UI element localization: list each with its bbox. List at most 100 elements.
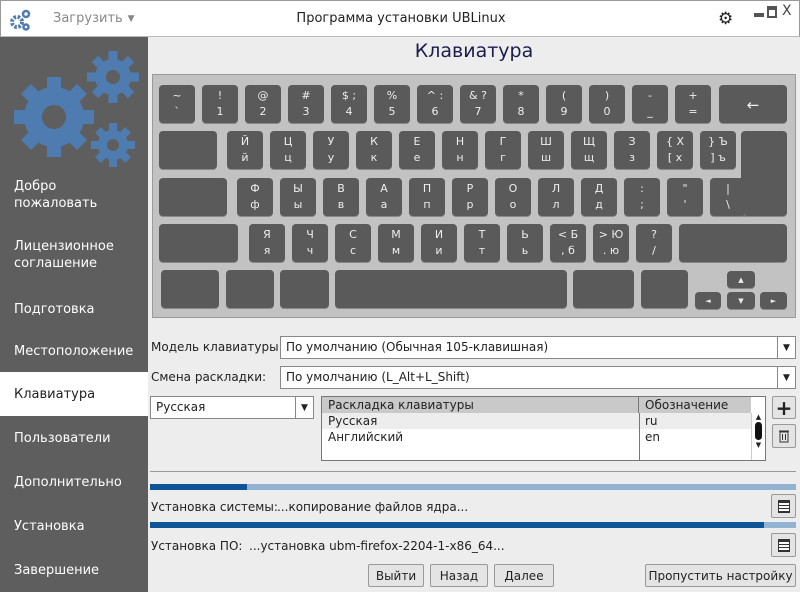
keyboard-key: $ ; 4 [331,85,367,123]
sidebar-item-label: Установка [14,518,85,534]
sidebar-item[interactable]: Дополнительно [0,460,148,504]
key-label: ← [746,96,760,114]
keyboard-key [679,224,787,262]
key-label: { Х [665,135,685,148]
add-layout-button[interactable]: + [772,395,796,420]
keyboard-key: Мм [378,224,414,262]
maximize-button[interactable] [767,6,777,18]
keyboard-model-label: Модель клавиатуры: [151,340,283,354]
keyboard-key: Щщ [571,131,607,169]
keyboard-key: (9 [546,85,582,123]
table-row[interactable] [322,413,751,429]
column-header-code[interactable]: Обозначение [639,397,751,413]
key-label: [ х [667,151,683,164]
chevron-down-icon: ▼ [777,367,795,388]
layout-switch-label: Смена раскладки: [151,370,267,384]
key-label: 3 [302,105,310,118]
load-menu-button[interactable]: Загрузить ▼ [53,11,135,26]
column-header-layout[interactable]: Раскладка клавиатуры [322,397,639,413]
key-label: 8 [517,105,525,118]
key-label: 5 [388,105,396,118]
keyboard-key: Аа [366,178,402,216]
chevron-down-icon: ▼ [777,337,795,358]
page-title: Клавиатура [414,40,534,62]
key-label: е [413,151,421,164]
sidebar-item-label: Пользователи [14,430,111,446]
plus-icon: + [775,395,793,420]
layout-select-value: Русская [156,400,206,414]
keyboard-key: } Ъ] ъ [700,131,736,169]
remove-layout-button[interactable] [772,424,796,448]
key-label: Щ [582,135,596,148]
keyboard-key: #3 [288,85,324,123]
software-log-button[interactable] [771,533,796,557]
back-button[interactable]: Назад [430,564,488,587]
key-label: ч [306,244,314,257]
key-label: ^ : [426,89,444,102]
key-label: Т [478,228,486,241]
sidebar-item[interactable]: Добро пожаловать [0,172,148,217]
settings-gear-icon[interactable]: ⚙ [718,9,733,29]
key-label: _ [647,105,653,118]
app-gears-icon [10,9,31,31]
key-label: \ [726,198,730,211]
layout-select[interactable]: Русская ▼ [150,396,314,419]
keyboard-key: Ьь [507,224,543,262]
key-label: ~ [172,89,182,102]
layout-switch-select[interactable]: По умолчанию (L_Alt+L_Shift) ▼ [280,366,796,389]
sidebar-item[interactable]: Завершение [0,548,148,592]
keyboard-key: Нн [442,131,478,169]
layout-table: Раскладка клавиатуры Обозначение Русская… [321,396,766,461]
skip-setup-button[interactable]: Пропустить настройку [645,564,796,587]
key-label: С [349,228,357,241]
sidebar-item[interactable]: Клавиатура [0,372,148,416]
close-button[interactable]: X [782,3,792,19]
scroll-up-icon[interactable]: ▲ [752,413,765,421]
sidebar-item[interactable]: Подготовка [0,287,148,331]
exit-button[interactable]: Выйти [368,564,424,587]
key-label: 1 [216,105,224,118]
keyboard-key: @2 [245,85,281,123]
key-label: З [628,135,636,148]
key-label: + [688,89,698,102]
keyboard-key: { Х [ х [657,131,693,169]
key-label: г [500,151,506,164]
key-label: В [337,182,345,195]
scrollbar[interactable]: ▲ ▼ [751,413,765,460]
keyboard-model-select[interactable]: По умолчанию (Обычная 105-клавишная) ▼ [280,336,796,359]
next-button[interactable]: Далее [494,564,554,587]
system-log-button[interactable] [771,494,796,518]
key-label: ь [521,244,529,257]
layout-switch-value: По умолчанию (L_Alt+L_Shift) [286,370,470,384]
software-install-status: ...установка ubm-firefox-2204-1-x86_64..… [249,539,505,553]
sidebar-item[interactable]: Лицензионное соглашение [0,225,148,285]
key-label: И [434,228,444,241]
scroll-down-icon[interactable]: ▼ [752,441,765,449]
keyboard-key: Цц [270,131,306,169]
key-label: а [380,198,388,211]
keyboard-key: ? / [636,224,672,262]
sidebar-item[interactable]: Установка [0,504,148,548]
arrow-key: ▲ [727,271,755,288]
key-label: & ? [469,89,487,102]
keyboard-key [161,270,219,308]
sidebar-item[interactable]: Местоположение [0,329,148,373]
key-label: ? [651,228,657,241]
key-label: Г [499,135,507,148]
key-label: 7 [474,105,482,118]
scroll-thumb[interactable] [755,422,762,440]
key-label: Ч [306,228,314,241]
key-label: А [380,182,388,195]
keyboard-key [159,131,217,169]
minimize-button[interactable] [754,13,764,17]
key-label: ) [604,89,610,102]
sidebar-item[interactable]: Пользователи [0,416,148,460]
key-label: Ш [540,135,552,148]
keyboard-key: Гг [485,131,521,169]
keyboard-key: < Б , б [550,224,586,262]
system-progress-bar [150,484,796,490]
key-label: у [327,151,335,164]
key-label: Ц [283,135,293,148]
key-label: к [370,151,378,164]
key-label: * [518,89,524,102]
